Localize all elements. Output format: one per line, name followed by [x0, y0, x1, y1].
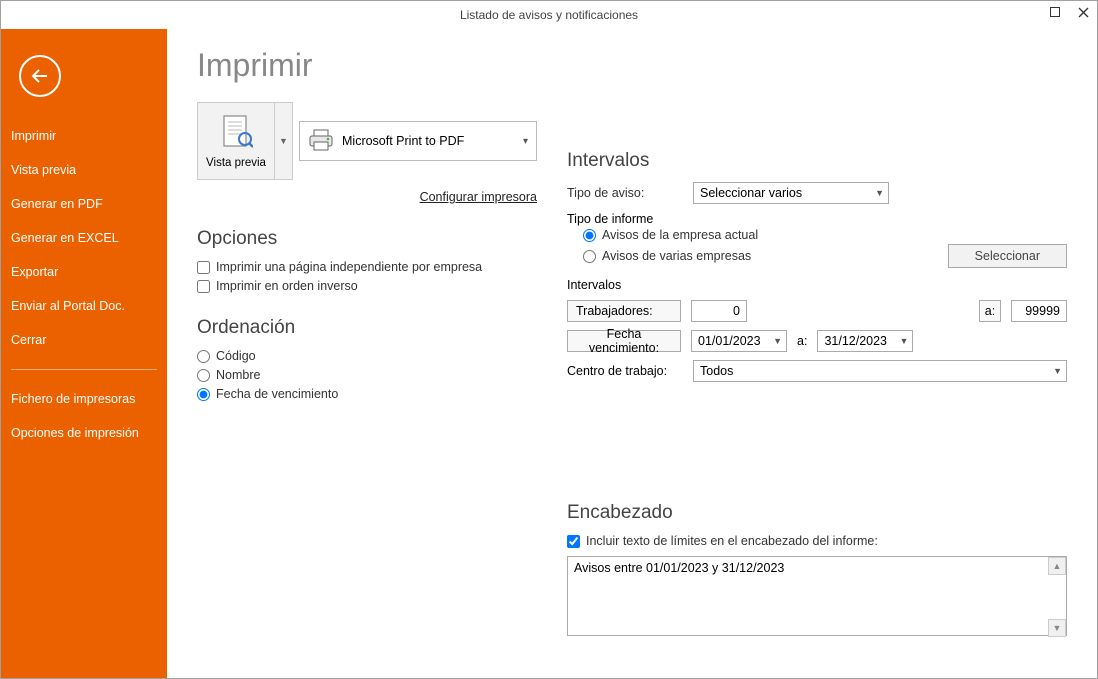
tipo-informe-label: Tipo de informe: [567, 212, 653, 226]
trabajadores-to-input[interactable]: [1011, 300, 1067, 322]
window-title: Listado de avisos y notificaciones: [460, 8, 638, 22]
fecha-venc-button[interactable]: Fecha vencimiento:: [567, 330, 681, 352]
printer-icon: [308, 128, 334, 155]
chevron-down-icon: ▼: [773, 336, 782, 346]
encabezado-textarea[interactable]: [567, 556, 1067, 636]
fecha-from-value: 01/01/2023: [698, 334, 761, 348]
trabajadores-to-label-button[interactable]: a:: [979, 300, 1001, 322]
include-limits-label: Incluir texto de límites en el encabezad…: [586, 534, 878, 548]
centro-select[interactable]: Todos ▼: [693, 360, 1067, 382]
varias-empresas-label: Avisos de varias empresas: [602, 249, 751, 263]
order-name-radio[interactable]: [197, 369, 210, 382]
fecha-to-input[interactable]: 31/12/2023 ▼: [817, 330, 913, 352]
order-due-date-label: Fecha de vencimiento: [216, 387, 338, 401]
fecha-to-label: a:: [797, 334, 807, 348]
sidebar-item-generar-pdf[interactable]: Generar en PDF: [1, 187, 167, 221]
sidebar-item-cerrar[interactable]: Cerrar: [1, 323, 167, 357]
centro-label: Centro de trabajo:: [567, 364, 683, 378]
chevron-down-icon: ▼: [875, 188, 884, 198]
vista-previa-button[interactable]: Vista previa: [197, 102, 275, 180]
centro-value: Todos: [700, 364, 733, 378]
fecha-from-input[interactable]: 01/01/2023 ▼: [691, 330, 787, 352]
reverse-order-checkbox[interactable]: [197, 280, 210, 293]
empresa-actual-label: Avisos de la empresa actual: [602, 228, 758, 242]
intervals-heading: Intervalos: [567, 150, 1067, 172]
fecha-to-value: 31/12/2023: [824, 334, 887, 348]
varias-empresas-radio[interactable]: [583, 250, 596, 263]
ordering-heading: Ordenación: [197, 317, 537, 339]
scroll-down-button[interactable]: ▼: [1048, 619, 1066, 637]
order-name-label: Nombre: [216, 368, 260, 382]
printer-select[interactable]: Microsoft Print to PDF ▾: [299, 121, 537, 161]
vista-previa-label: Vista previa: [206, 157, 266, 169]
sidebar: Imprimir Vista previa Generar en PDF Gen…: [1, 29, 167, 678]
encabezado-heading: Encabezado: [567, 502, 1067, 524]
document-preview-icon: [219, 114, 253, 155]
trabajadores-from-input[interactable]: [691, 300, 747, 322]
sidebar-item-exportar[interactable]: Exportar: [1, 255, 167, 289]
reverse-order-label: Imprimir en orden inverso: [216, 279, 358, 293]
tipo-aviso-value: Seleccionar varios: [700, 186, 802, 200]
back-button[interactable]: [19, 55, 61, 97]
configure-printer-link[interactable]: Configurar impresora: [420, 190, 537, 204]
sidebar-item-enviar-portal[interactable]: Enviar al Portal Doc.: [1, 289, 167, 323]
sidebar-item-generar-excel[interactable]: Generar en EXCEL: [1, 221, 167, 255]
maximize-button[interactable]: [1041, 1, 1069, 23]
page-title: Imprimir: [197, 47, 1067, 84]
vista-previa-dropdown[interactable]: ▼: [275, 102, 293, 180]
close-button[interactable]: [1069, 1, 1097, 23]
sidebar-item-imprimir[interactable]: Imprimir: [1, 119, 167, 153]
independent-page-checkbox[interactable]: [197, 261, 210, 274]
seleccionar-button[interactable]: Seleccionar: [948, 244, 1067, 268]
intervals-sub-heading: Intervalos: [567, 278, 621, 292]
chevron-down-icon: ▼: [900, 336, 909, 346]
tipo-aviso-select[interactable]: Seleccionar varios ▼: [693, 182, 889, 204]
include-limits-checkbox[interactable]: [567, 535, 580, 548]
order-due-date-radio[interactable]: [197, 388, 210, 401]
trabajadores-button[interactable]: Trabajadores:: [567, 300, 681, 322]
chevron-down-icon: ▾: [523, 136, 528, 147]
options-heading: Opciones: [197, 228, 537, 250]
tipo-aviso-label: Tipo de aviso:: [567, 186, 683, 200]
sidebar-item-vista-previa[interactable]: Vista previa: [1, 153, 167, 187]
sidebar-item-fichero-impresoras[interactable]: Fichero de impresoras: [1, 382, 167, 416]
sidebar-item-opciones-impresion[interactable]: Opciones de impresión: [1, 416, 167, 450]
order-code-label: Código: [216, 349, 256, 363]
scroll-up-button[interactable]: ▲: [1048, 557, 1066, 575]
independent-page-label: Imprimir una página independiente por em…: [216, 260, 482, 274]
order-code-radio[interactable]: [197, 350, 210, 363]
printer-name: Microsoft Print to PDF: [342, 134, 464, 148]
chevron-down-icon: ▼: [1053, 366, 1062, 376]
empresa-actual-radio[interactable]: [583, 229, 596, 242]
chevron-down-icon: ▼: [279, 136, 288, 146]
